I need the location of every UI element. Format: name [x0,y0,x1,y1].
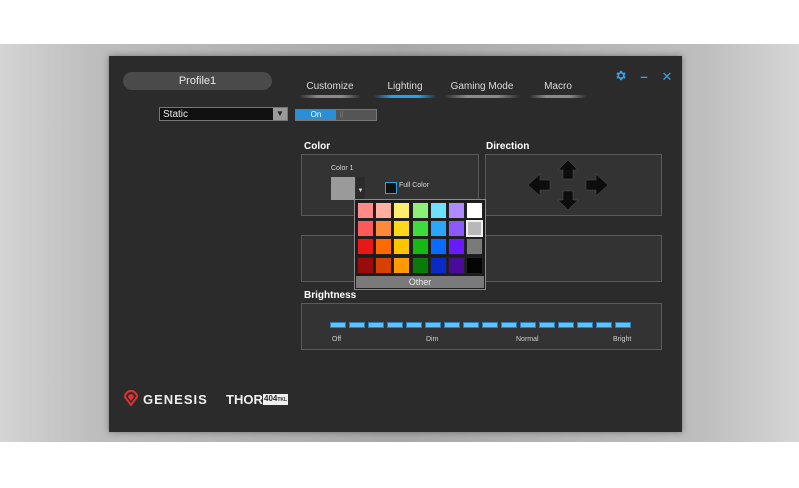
palette-swatch[interactable] [448,256,465,274]
palette-swatch[interactable] [357,238,374,256]
tab-customize-label: Customize [306,81,354,92]
brightness-segment[interactable] [615,322,631,328]
tab-gaming-mode[interactable]: Gaming Mode [444,81,520,98]
brightness-segment[interactable] [520,322,536,328]
brightness-segment[interactable] [577,322,593,328]
genesis-logo-icon [123,390,139,411]
palette-swatch[interactable] [448,238,465,256]
palette-swatch[interactable] [466,220,484,238]
brightness-segment[interactable] [425,322,441,328]
palette-swatch[interactable] [411,238,429,256]
color-section-title: Color [304,141,331,152]
product-model: 404 [264,394,278,403]
palette-swatch[interactable] [429,256,447,274]
tab-macro-label: Macro [544,81,572,92]
profile-selector[interactable]: Profile1 [123,72,272,90]
brightness-segment[interactable] [444,322,460,328]
palette-swatch[interactable] [448,220,465,238]
gear-icon [615,70,626,81]
brightness-segment[interactable] [482,322,498,328]
direction-up-arrow-icon[interactable] [557,159,579,180]
tab-underline [529,95,587,98]
palette-swatch[interactable] [393,220,411,238]
palette-swatch[interactable] [429,220,447,238]
product-model-suffix: TKL [277,397,288,403]
palette-swatch[interactable] [466,202,484,219]
tab-lighting-label: Lighting [387,81,423,92]
palette-swatch[interactable] [393,238,411,256]
tab-underline [299,95,361,98]
palette-swatch[interactable] [411,202,429,219]
direction-panel [485,154,662,216]
chevron-down-icon[interactable]: ▼ [273,108,287,120]
effect-mode-value: Static [163,109,189,120]
lighting-power-toggle[interactable]: On || [295,109,377,121]
brightness-segment[interactable] [558,322,574,328]
palette-swatch[interactable] [466,238,484,256]
brightness-label-off: Off [332,336,342,343]
brightness-label-normal: Normal [516,336,539,343]
color1-label: Color 1 [331,165,354,172]
palette-swatch[interactable] [429,202,447,219]
direction-down-arrow-icon[interactable] [557,190,579,211]
brightness-segment[interactable] [596,322,612,328]
brightness-label-bright: Bright [613,336,632,343]
palette-swatch[interactable] [375,202,393,219]
tab-lighting[interactable]: Lighting [373,81,437,98]
brightness-segment[interactable] [501,322,517,328]
color-palette-popup: Other [354,199,486,290]
brightness-segment[interactable] [539,322,555,328]
palette-swatch[interactable] [375,220,393,238]
palette-swatch[interactable] [375,238,393,256]
product-model-badge: 404TKL [263,394,289,405]
brightness-segment[interactable] [330,322,346,328]
palette-swatch[interactable] [357,220,374,238]
palette-swatch[interactable] [357,202,374,219]
brightness-segment[interactable] [349,322,365,328]
brightness-label-dim: Dim [426,336,439,343]
tab-gaming-mode-label: Gaming Mode [450,81,514,92]
direction-left-arrow-icon[interactable] [527,173,551,197]
other-color-button[interactable]: Other [356,276,484,288]
full-color-checkbox[interactable] [385,182,397,194]
brightness-segment[interactable] [387,322,403,328]
chevron-down-icon[interactable]: ▼ [356,177,365,200]
color1-swatch[interactable] [331,177,355,200]
effect-mode-select[interactable]: Static ▼ [159,107,288,121]
app-window: Profile1 Customize Lighting Gaming Mode … [109,56,682,432]
tab-underline-active [373,95,437,98]
toggle-grip-icon: || [340,112,344,118]
palette-swatch[interactable] [411,220,429,238]
palette-swatch[interactable] [375,256,393,274]
palette-swatch[interactable] [393,256,411,274]
palette-swatch[interactable] [411,256,429,274]
palette-swatch[interactable] [393,202,411,219]
toggle-on-label: On [296,110,336,120]
palette-swatch[interactable] [466,256,484,274]
direction-section-title: Direction [486,141,530,152]
brightness-segment[interactable] [406,322,422,328]
palette-swatch[interactable] [448,202,465,219]
palette-swatch[interactable] [357,256,374,274]
product-name: THOR [226,392,263,407]
tab-customize[interactable]: Customize [299,81,361,98]
full-color-label: Full Color [399,182,429,189]
close-button[interactable]: ✕ [660,70,674,84]
tab-underline [444,95,520,98]
direction-pad [527,159,609,211]
brightness-segment[interactable] [368,322,384,328]
minimize-button[interactable]: – [637,70,651,84]
tab-macro[interactable]: Macro [529,81,587,98]
brand-name: GENESIS [143,392,208,407]
palette-swatch[interactable] [429,238,447,256]
brightness-section-title: Brightness [304,290,357,301]
direction-right-arrow-icon[interactable] [585,173,609,197]
settings-button[interactable] [613,69,627,83]
brightness-segment[interactable] [463,322,479,328]
